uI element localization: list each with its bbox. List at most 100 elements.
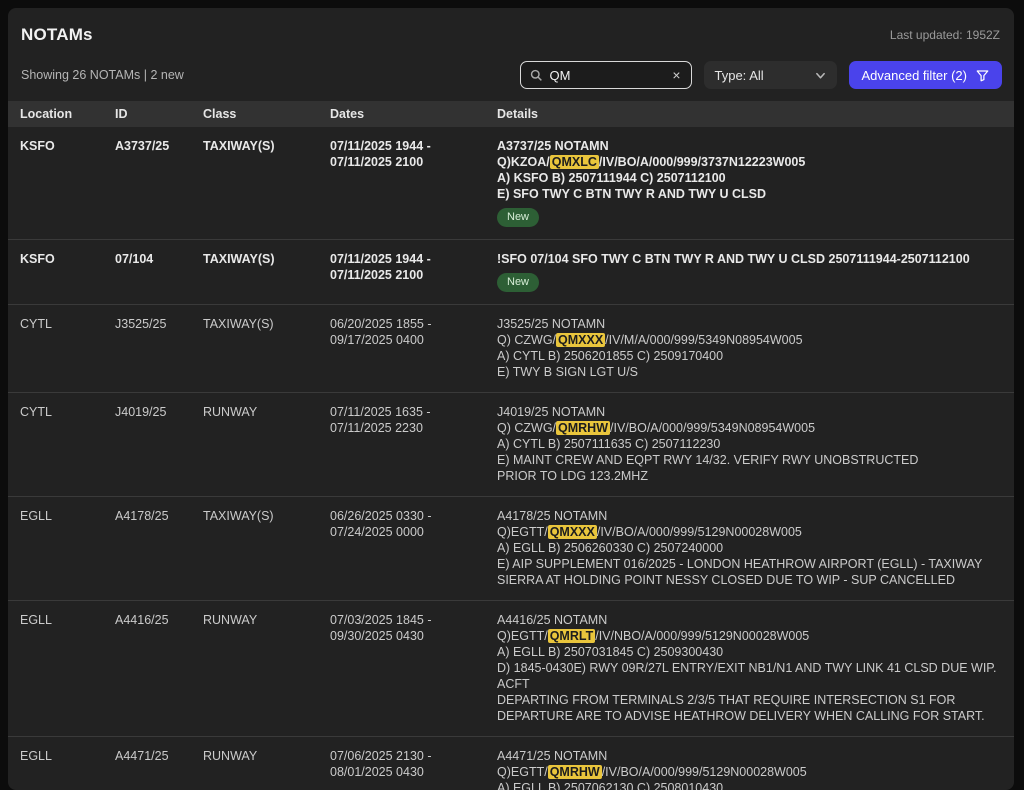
advanced-filter-label: Advanced filter (2) (862, 68, 968, 83)
details-text: J3525/25 NOTAMN (497, 317, 605, 331)
new-badge: New (497, 273, 539, 292)
details-line: J4019/25 NOTAMN (497, 404, 1002, 420)
cell-id: A4416/25 (115, 612, 203, 724)
cell-dates: 07/11/2025 1944 - 07/11/2025 2100 (330, 138, 497, 227)
details-text: PRIOR TO LDG 123.2MHZ (497, 469, 648, 483)
details-line: DEPARTING FROM TERMINALS 2/3/5 THAT REQU… (497, 692, 1002, 708)
cell-dates: 07/11/2025 1635 - 07/11/2025 2230 (330, 404, 497, 484)
details-text: /IV/BO/A/000/999/5129N00028W005 (602, 765, 807, 779)
cell-location: KSFO (20, 138, 115, 227)
details-line: A) EGLL B) 2507062130 C) 2508010430 (497, 780, 1002, 790)
cell-dates: 07/06/2025 2130 - 08/01/2025 0430 (330, 748, 497, 790)
results-summary: Showing 26 NOTAMs | 2 new (21, 68, 184, 82)
search-box[interactable]: × (520, 61, 692, 89)
search-input[interactable] (550, 68, 664, 83)
cell-location: EGLL (20, 748, 115, 790)
column-header-id: ID (115, 107, 203, 121)
details-line: ACFT (497, 676, 1002, 692)
details-line: A) EGLL B) 2506260330 C) 2507240000 (497, 540, 1002, 556)
table-row[interactable]: KSFO07/104TAXIWAY(S)07/11/2025 1944 - 07… (8, 240, 1014, 305)
last-updated-text: Last updated: 1952Z (890, 25, 1000, 42)
cell-location: KSFO (20, 251, 115, 292)
cell-details: !SFO 07/104 SFO TWY C BTN TWY R AND TWY … (497, 251, 1002, 292)
q-code-highlight: QMRHW (556, 421, 610, 435)
details-text: A) EGLL B) 2506260330 C) 2507240000 (497, 541, 723, 555)
cell-details: A3737/25 NOTAMNQ)KZOA/QMXLC/IV/BO/A/000/… (497, 138, 1002, 227)
details-text: A) EGLL B) 2507031845 C) 2509300430 (497, 645, 723, 659)
cell-dates: 06/20/2025 1855 - 09/17/2025 0400 (330, 316, 497, 380)
q-code-highlight: QMXXX (556, 333, 605, 347)
notams-panel: NOTAMs Last updated: 1952Z Showing 26 NO… (8, 8, 1014, 790)
chevron-down-icon (815, 70, 826, 81)
details-text: E) TWY B SIGN LGT U/S (497, 365, 638, 379)
details-text: A4471/25 NOTAMN (497, 749, 607, 763)
details-text: A) CYTL B) 2506201855 C) 2509170400 (497, 349, 723, 363)
column-header-class: Class (203, 107, 330, 121)
table-header-row: Location ID Class Dates Details (8, 101, 1014, 127)
q-code-highlight: QMRHW (548, 765, 602, 779)
details-text: Q) CZWG/ (497, 333, 556, 347)
column-header-dates: Dates (330, 107, 497, 121)
table-row[interactable]: CYTLJ3525/25TAXIWAY(S)06/20/2025 1855 - … (8, 305, 1014, 393)
details-text: A) EGLL B) 2507062130 C) 2508010430 (497, 781, 723, 790)
details-text: D) 1845-0430E) RWY 09R/27L ENTRY/EXIT NB… (497, 661, 997, 675)
details-line: Q)EGTT/QMRHW/IV/BO/A/000/999/5129N00028W… (497, 764, 1002, 780)
details-text: Q)KZOA/ (497, 155, 550, 169)
details-line: A) CYTL B) 2506201855 C) 2509170400 (497, 348, 1002, 364)
type-filter-dropdown[interactable]: Type: All (704, 61, 837, 89)
details-text: E) AIP SUPPLEMENT 016/2025 - LONDON HEAT… (497, 557, 982, 571)
details-text: /IV/M/A/000/999/5349N08954W005 (605, 333, 802, 347)
details-line: Q)KZOA/QMXLC/IV/BO/A/000/999/3737N12223W… (497, 154, 1002, 170)
search-icon (530, 69, 543, 82)
table-row[interactable]: KSFOA3737/25TAXIWAY(S)07/11/2025 1944 - … (8, 127, 1014, 240)
cell-id: A3737/25 (115, 138, 203, 227)
details-text: /IV/BO/A/000/999/5129N00028W005 (597, 525, 802, 539)
table-row[interactable]: CYTLJ4019/25RUNWAY07/11/2025 1635 - 07/1… (8, 393, 1014, 497)
details-text: Q)EGTT/ (497, 765, 548, 779)
details-text: ACFT (497, 677, 530, 691)
q-code-highlight: QMRLT (548, 629, 596, 643)
page-title: NOTAMs (21, 25, 93, 45)
cell-location: CYTL (20, 316, 115, 380)
title-bar: NOTAMs Last updated: 1952Z (8, 8, 1014, 45)
cell-class: TAXIWAY(S) (203, 138, 330, 227)
details-line: E) TWY B SIGN LGT U/S (497, 364, 1002, 380)
details-text: A3737/25 NOTAMN (497, 139, 609, 153)
cell-details: A4416/25 NOTAMNQ)EGTT/QMRLT/IV/NBO/A/000… (497, 612, 1002, 724)
cell-dates: 07/03/2025 1845 - 09/30/2025 0430 (330, 612, 497, 724)
clear-search-icon[interactable]: × (670, 66, 682, 84)
table-row[interactable]: EGLLA4416/25RUNWAY07/03/2025 1845 - 09/3… (8, 601, 1014, 737)
cell-dates: 06/26/2025 0330 - 07/24/2025 0000 (330, 508, 497, 588)
cell-details: J4019/25 NOTAMN Q) CZWG/QMRHW/IV/BO/A/000… (497, 404, 1002, 484)
controls-row: Showing 26 NOTAMs | 2 new × Type: All (8, 61, 1014, 89)
details-line: A4178/25 NOTAMN (497, 508, 1002, 524)
cell-class: RUNWAY (203, 404, 330, 484)
details-text: Q)EGTT/ (497, 525, 548, 539)
details-line: E) AIP SUPPLEMENT 016/2025 - LONDON HEAT… (497, 556, 1002, 572)
details-text: J4019/25 NOTAMN (497, 405, 605, 419)
q-code-highlight: QMXXX (548, 525, 597, 539)
cell-class: RUNWAY (203, 612, 330, 724)
cell-location: EGLL (20, 508, 115, 588)
details-text: Q) CZWG/ (497, 421, 556, 435)
table-row[interactable]: EGLLA4471/25RUNWAY07/06/2025 2130 - 08/0… (8, 737, 1014, 790)
details-text: A) KSFO B) 2507111944 C) 2507112100 (497, 171, 726, 185)
details-line: Q)EGTT/QMRLT/IV/NBO/A/000/999/5129N00028… (497, 628, 1002, 644)
cell-location: CYTL (20, 404, 115, 484)
cell-id: 07/104 (115, 251, 203, 292)
type-filter-label: Type: All (715, 68, 764, 83)
notam-rows: KSFOA3737/25TAXIWAY(S)07/11/2025 1944 - … (8, 127, 1014, 790)
cell-location: EGLL (20, 612, 115, 724)
cell-class: TAXIWAY(S) (203, 316, 330, 380)
details-text: /IV/BO/A/000/999/5349N08954W005 (610, 421, 815, 435)
details-text: /IV/BO/A/000/999/3737N12223W005 (599, 155, 805, 169)
details-line: A4471/25 NOTAMN (497, 748, 1002, 764)
details-line: SIERRA AT HOLDING POINT NESSY CLOSED DUE… (497, 572, 1002, 588)
details-text: /IV/NBO/A/000/999/5129N00028W005 (595, 629, 809, 643)
cell-dates: 07/11/2025 1944 - 07/11/2025 2100 (330, 251, 497, 292)
table-row[interactable]: EGLLA4178/25TAXIWAY(S)06/26/2025 0330 - … (8, 497, 1014, 601)
advanced-filter-button[interactable]: Advanced filter (2) (849, 61, 1003, 89)
cell-id: J4019/25 (115, 404, 203, 484)
details-line: A4416/25 NOTAMN (497, 612, 1002, 628)
details-line: A) CYTL B) 2507111635 C) 2507112230 (497, 436, 1002, 452)
